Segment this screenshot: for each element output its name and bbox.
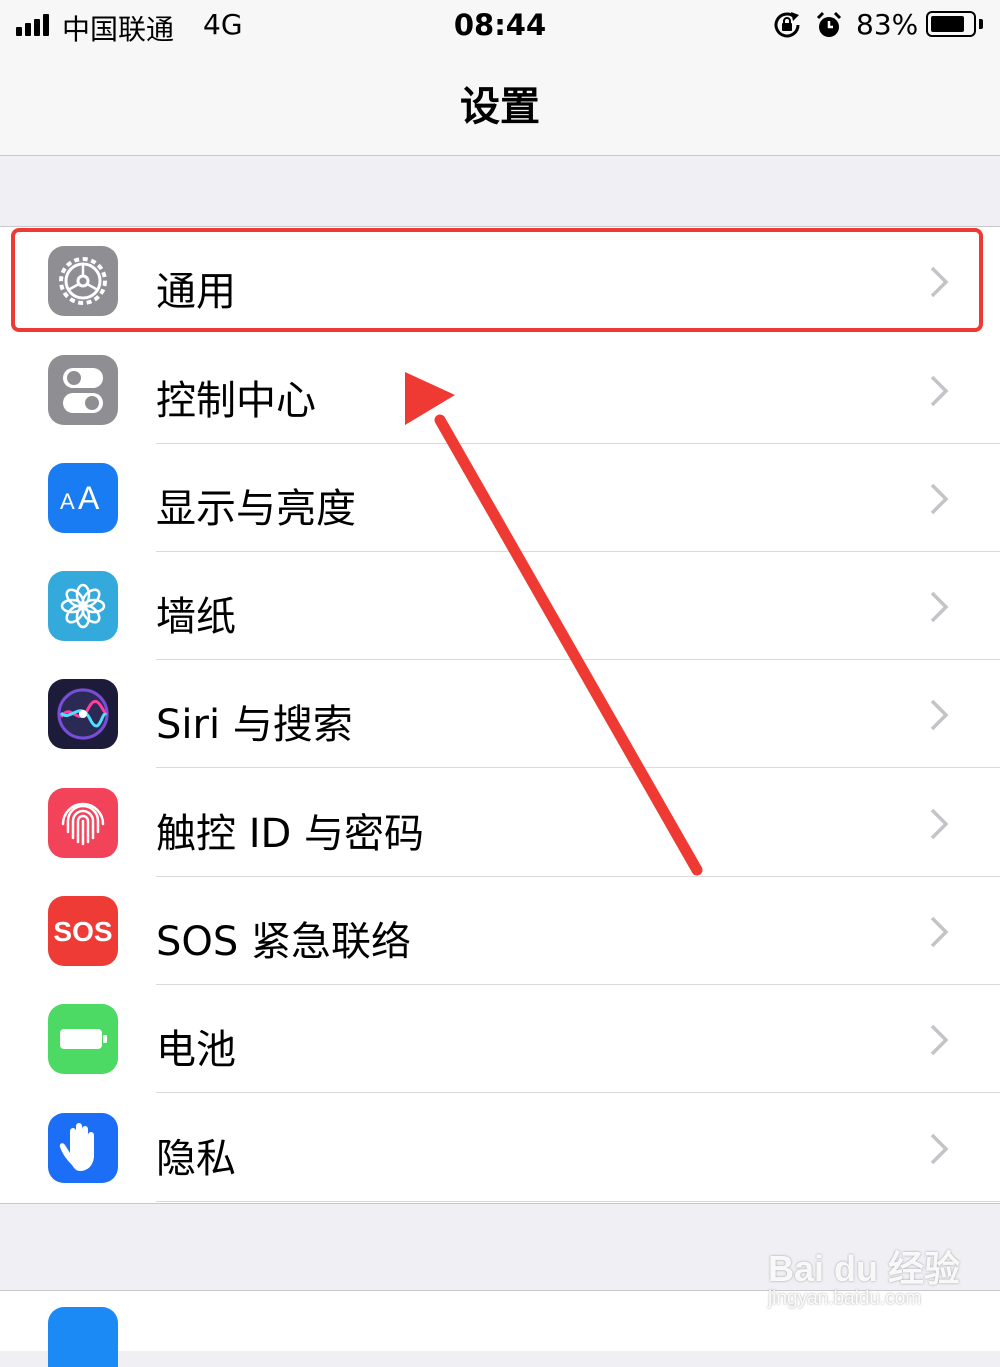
chevron-right-icon <box>930 375 949 407</box>
settings-item-label: 隐私 <box>156 1136 236 1182</box>
app-store-icon[interactable] <box>48 1307 118 1367</box>
row-separator <box>156 1092 1000 1093</box>
settings-item-display-brightness[interactable]: A A 显示与亮度 <box>0 444 1000 552</box>
settings-item-label: SOS 紧急联络 <box>156 919 411 965</box>
hand-icon <box>48 1113 118 1183</box>
settings-item-label: 电池 <box>156 1027 236 1073</box>
settings-list: 通用 控制中心 A A 显示与亮度 墙纸 Siri 与搜索 触控 ID 与密码 … <box>0 226 1000 1204</box>
settings-item-label: 墙纸 <box>156 594 236 640</box>
chevron-right-icon <box>930 1024 949 1056</box>
settings-item-wallpaper[interactable]: 墙纸 <box>0 552 1000 660</box>
status-time: 08:44 <box>453 8 547 42</box>
settings-item-label: 触控 ID 与密码 <box>156 811 425 857</box>
battery-tip <box>979 19 983 29</box>
battery-level-fill <box>931 16 965 32</box>
sos-icon-text: SOS <box>53 916 112 947</box>
chevron-right-icon <box>930 699 949 731</box>
chevron-right-icon <box>930 591 949 623</box>
row-separator <box>156 1201 1000 1202</box>
flower-icon <box>48 571 118 641</box>
navigation-bar: 设置 <box>0 52 1000 156</box>
siri-icon <box>48 679 118 749</box>
settings-item-label: 显示与亮度 <box>156 486 356 532</box>
highlight-box <box>11 228 983 332</box>
aa-small-glyph: A <box>60 489 75 514</box>
battery-percent: 83% <box>856 8 919 41</box>
settings-item-battery[interactable]: 电池 <box>0 985 1000 1093</box>
settings-item-touch-id-passcode[interactable]: 触控 ID 与密码 <box>0 769 1000 877</box>
status-bar: 中国联通 4G 08:44 83% <box>0 0 1000 52</box>
settings-item-label: Siri 与搜索 <box>156 702 353 748</box>
text-size-icon: A A <box>48 463 118 533</box>
battery-icon <box>926 11 976 37</box>
settings-item-emergency-sos[interactable]: SOS SOS 紧急联络 <box>0 877 1000 985</box>
battery-icon <box>48 1004 118 1074</box>
settings-item-siri-search[interactable]: Siri 与搜索 <box>0 660 1000 768</box>
alarm-icon <box>816 11 842 37</box>
settings-item-privacy[interactable]: 隐私 <box>0 1094 1000 1202</box>
settings-item-label: 控制中心 <box>156 378 316 424</box>
fingerprint-icon <box>48 788 118 858</box>
page-title: 设置 <box>460 84 540 130</box>
chevron-right-icon <box>930 1133 949 1165</box>
chevron-right-icon <box>930 808 949 840</box>
sos-icon: SOS <box>48 896 118 966</box>
aa-large-glyph: A <box>78 480 100 516</box>
watermark: Bai du 经验 jingyan.baidu.com <box>768 1240 961 1309</box>
chevron-right-icon <box>930 483 949 515</box>
watermark-logo: Bai du 经验 <box>768 1248 961 1289</box>
settings-item-control-center[interactable]: 控制中心 <box>0 336 1000 444</box>
toggle-switches-icon <box>48 355 118 425</box>
watermark-url: jingyan.baidu.com <box>768 1288 922 1309</box>
row-separator <box>156 767 1000 768</box>
rotation-lock-icon <box>774 12 800 38</box>
chevron-right-icon <box>930 916 949 948</box>
